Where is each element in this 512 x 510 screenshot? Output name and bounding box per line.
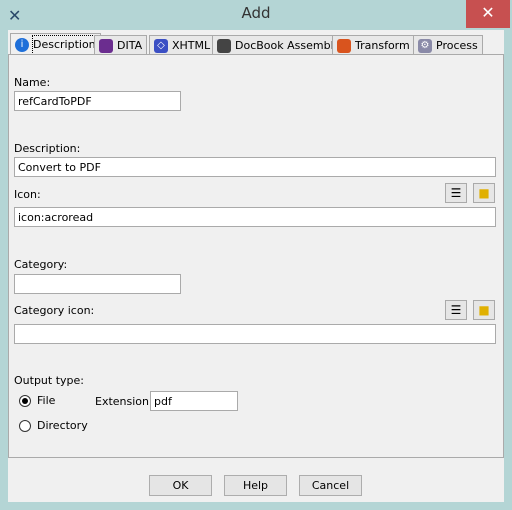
help-button[interactable]: Help [224,475,287,496]
tab-description[interactable]: i Description [10,33,101,55]
category-icon-list-button[interactable]: ☰ [445,300,467,320]
category-icon-browse-button[interactable]: ■ [473,300,495,320]
gears-icon: ⚙ [418,38,432,53]
folder-icon: ■ [478,186,490,200]
category-icon-input[interactable] [14,324,496,344]
window-title: Add [241,4,271,22]
icon-browse-button[interactable]: ■ [473,183,495,203]
output-type-label: Output type: [14,374,84,387]
icon-label: Icon: [14,188,41,201]
category-label: Category: [14,258,68,271]
extension-label: Extension: [95,395,153,408]
dita-icon [99,38,113,53]
directory-radio[interactable]: Directory [19,419,88,432]
name-label: Name: [14,76,51,89]
description-label: Description: [14,142,81,155]
tab-transform[interactable]: Transform [332,35,415,55]
folder-icon: ■ [478,303,490,317]
docbook-icon [217,38,231,53]
tab-xhtml[interactable]: ◇ XHTML [149,35,216,55]
cancel-button[interactable]: Cancel [299,475,362,496]
close-button[interactable]: ✕ [466,0,510,28]
name-input[interactable] [14,91,181,111]
file-radio[interactable]: File [19,394,55,407]
description-input[interactable] [14,157,496,177]
info-icon: i [15,37,29,52]
tab-dita[interactable]: DITA [94,35,148,55]
category-input[interactable] [14,274,181,294]
tab-docbook-assembly[interactable]: DocBook Assembly [212,35,346,55]
icon-list-button[interactable]: ☰ [445,183,467,203]
xhtml-icon: ◇ [154,38,168,53]
ok-button[interactable]: OK [149,475,212,496]
list-icon: ☰ [450,186,462,200]
description-panel [8,54,504,458]
extension-input[interactable] [150,391,238,411]
category-icon-label: Category icon: [14,304,95,317]
tab-process[interactable]: ⚙ Process [413,35,483,55]
list-icon: ☰ [450,303,462,317]
transform-icon [337,38,351,53]
icon-input[interactable] [14,207,496,227]
